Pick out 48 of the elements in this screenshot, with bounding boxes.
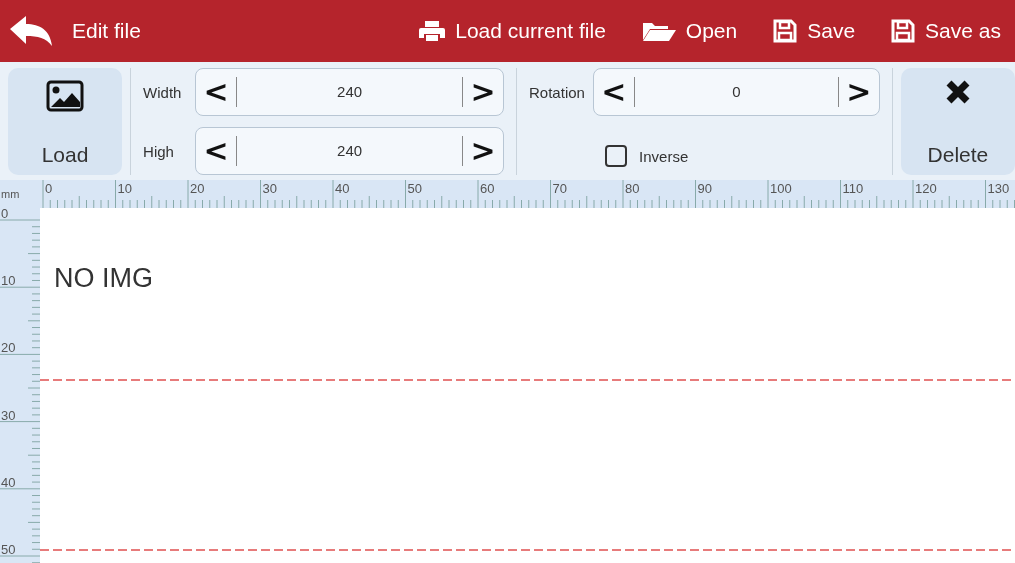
increment-button[interactable]: >: [463, 133, 504, 169]
header-action[interactable]: Save as: [891, 19, 1001, 43]
ruler-label: 100: [770, 181, 792, 196]
ruler-label: 0: [45, 181, 53, 196]
ruler-label: 70: [552, 181, 567, 196]
folder-icon: [641, 20, 676, 42]
ruler-label: 0: [1, 208, 9, 221]
decrement-button[interactable]: <: [196, 74, 237, 110]
ruler-label: 40: [335, 181, 350, 196]
ruler-label: 10: [117, 181, 132, 196]
decrement-button[interactable]: <: [196, 133, 237, 169]
image-icon: [46, 80, 85, 112]
decrement-button[interactable]: <: [593, 74, 634, 110]
ruler-label: 120: [915, 181, 937, 196]
canvas-message: NO IMG: [54, 263, 153, 294]
ruler-label: 90: [697, 181, 712, 196]
field-label: Width: [143, 83, 183, 101]
field-label: Rotation: [529, 83, 585, 101]
ruler-label: 40: [1, 474, 16, 490]
header-action[interactable]: Load current file: [419, 19, 606, 43]
close-icon: [945, 80, 970, 104]
printer-icon: [419, 20, 446, 42]
load-image-button[interactable]: Load: [8, 68, 123, 175]
ruler-label: 30: [1, 407, 16, 423]
inverse-checkbox[interactable]: Inverse: [529, 145, 689, 167]
increment-button[interactable]: >: [838, 74, 879, 110]
stepper-value: 0: [633, 77, 839, 107]
ruler-label: 10: [1, 273, 16, 289]
ruler-label: 50: [407, 181, 422, 196]
stepper-value: 240: [236, 136, 464, 166]
delete-button[interactable]: Delete: [900, 68, 1015, 175]
screen-title: Edit file: [72, 19, 141, 43]
unit-label: mm: [0, 180, 40, 208]
stepper-value: 240: [236, 77, 464, 107]
back-icon[interactable]: [10, 16, 52, 46]
ruler-label: 110: [842, 181, 864, 196]
ruler-label: 130: [987, 181, 1010, 196]
ruler-label: 30: [262, 181, 277, 196]
ruler-label: 20: [1, 340, 16, 356]
header-action[interactable]: Save: [773, 19, 856, 43]
ruler-label: 20: [190, 181, 205, 196]
ruler-label: 50: [1, 542, 16, 557]
field-label: High: [143, 142, 175, 160]
ruler-label: 60: [480, 181, 495, 196]
increment-button[interactable]: >: [463, 74, 504, 110]
checkbox-square[interactable]: [605, 145, 628, 167]
ruler-label: 80: [625, 181, 640, 196]
header-action[interactable]: Open: [641, 19, 738, 43]
